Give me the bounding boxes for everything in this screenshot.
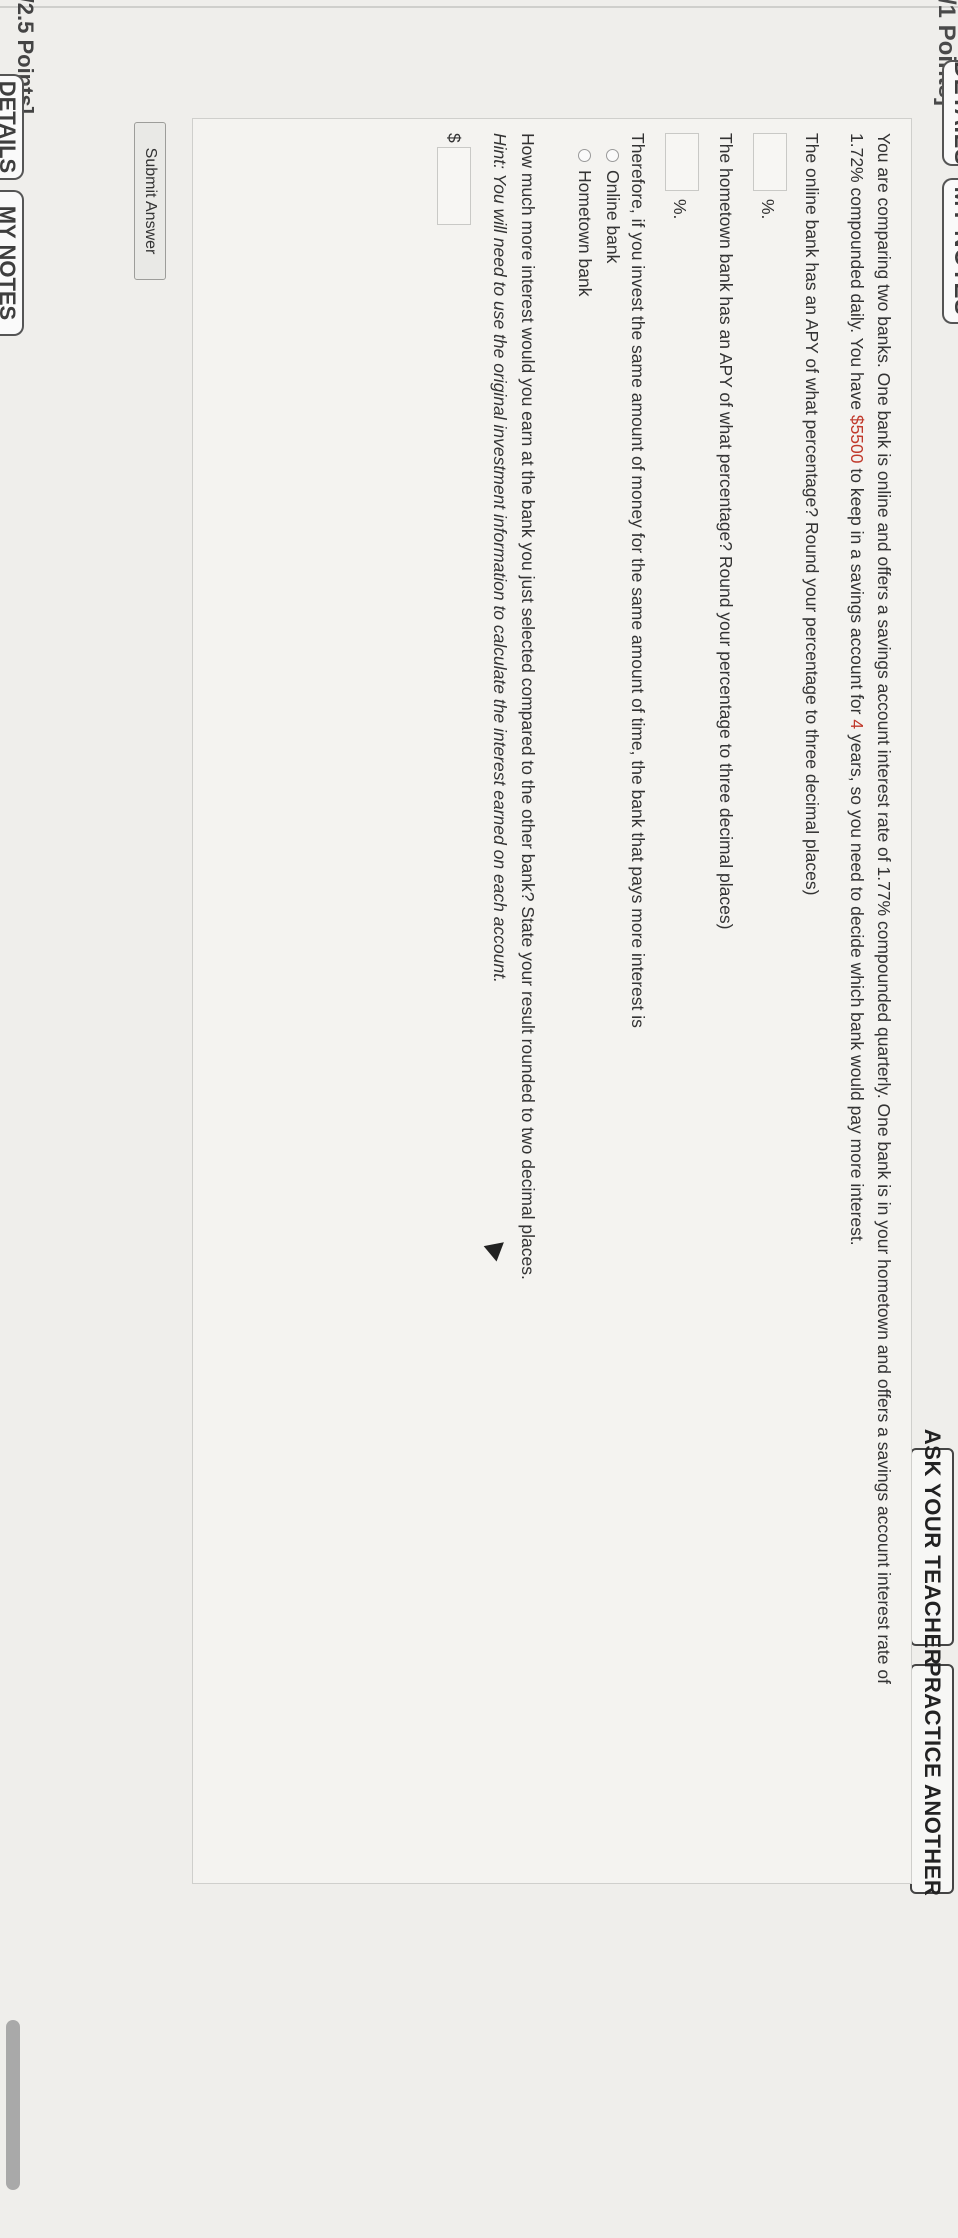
left-rule [0,6,958,8]
submit-answer-button[interactable]: Submit Answer [134,122,166,280]
intro-line-1: You are comparing two banks. One bank is… [874,133,894,1684]
radio-hometown[interactable] [578,149,591,162]
question-header: [-/1 Points] DETAILS MY NOTES ASK YOUR T… [910,0,958,2238]
radio-online[interactable] [606,149,619,162]
ask-your-teacher-button[interactable]: ASK YOUR TEACHER [910,1429,954,1665]
details-tab[interactable]: DETAILS [942,60,958,166]
years-value: 4 [847,719,867,730]
hometown-apy-input[interactable] [665,133,699,191]
practice-another-button[interactable]: PRACTICE ANOTHER [910,1662,954,1896]
next-my-notes-tab[interactable]: MY NOTES [0,190,24,336]
question-hometown-apy: The hometown bank has an APY of what per… [716,133,736,930]
interest-difference-input[interactable] [437,147,471,225]
dollar-sign: $ [444,133,464,143]
question-interest-difference: How much more interest would you earn at… [518,133,538,1280]
online-apy-input[interactable] [753,133,787,191]
hometown-apy-suffix: %. [670,199,690,220]
question-online-apy: The online bank has an APY of what perce… [802,133,822,896]
question-body: You are comparing two banks. One bank is… [192,118,912,1884]
my-notes-tab[interactable]: MY NOTES [942,178,958,324]
question-panel: [-/1 Points] DETAILS MY NOTES ASK YOUR T… [0,0,958,2238]
hint-text: Hint: You will need to use the original … [490,133,510,983]
option-hometown-label: Hometown bank [575,170,595,297]
amount-value: $5500 [847,414,867,464]
next-details-tab[interactable]: DETAILS [0,74,24,180]
option-online-label: Online bank [603,170,623,264]
intro-line-2: 1.72% compounded daily. You have $5500 t… [847,133,867,1246]
option-hometown-bank[interactable]: Hometown bank [574,149,595,296]
question-which-bank: Therefore, if you invest the same amount… [628,133,648,1028]
horizontal-scrollbar[interactable] [6,2020,20,2190]
option-online-bank[interactable]: Online bank [602,149,623,263]
online-apy-suffix: %. [758,199,778,220]
